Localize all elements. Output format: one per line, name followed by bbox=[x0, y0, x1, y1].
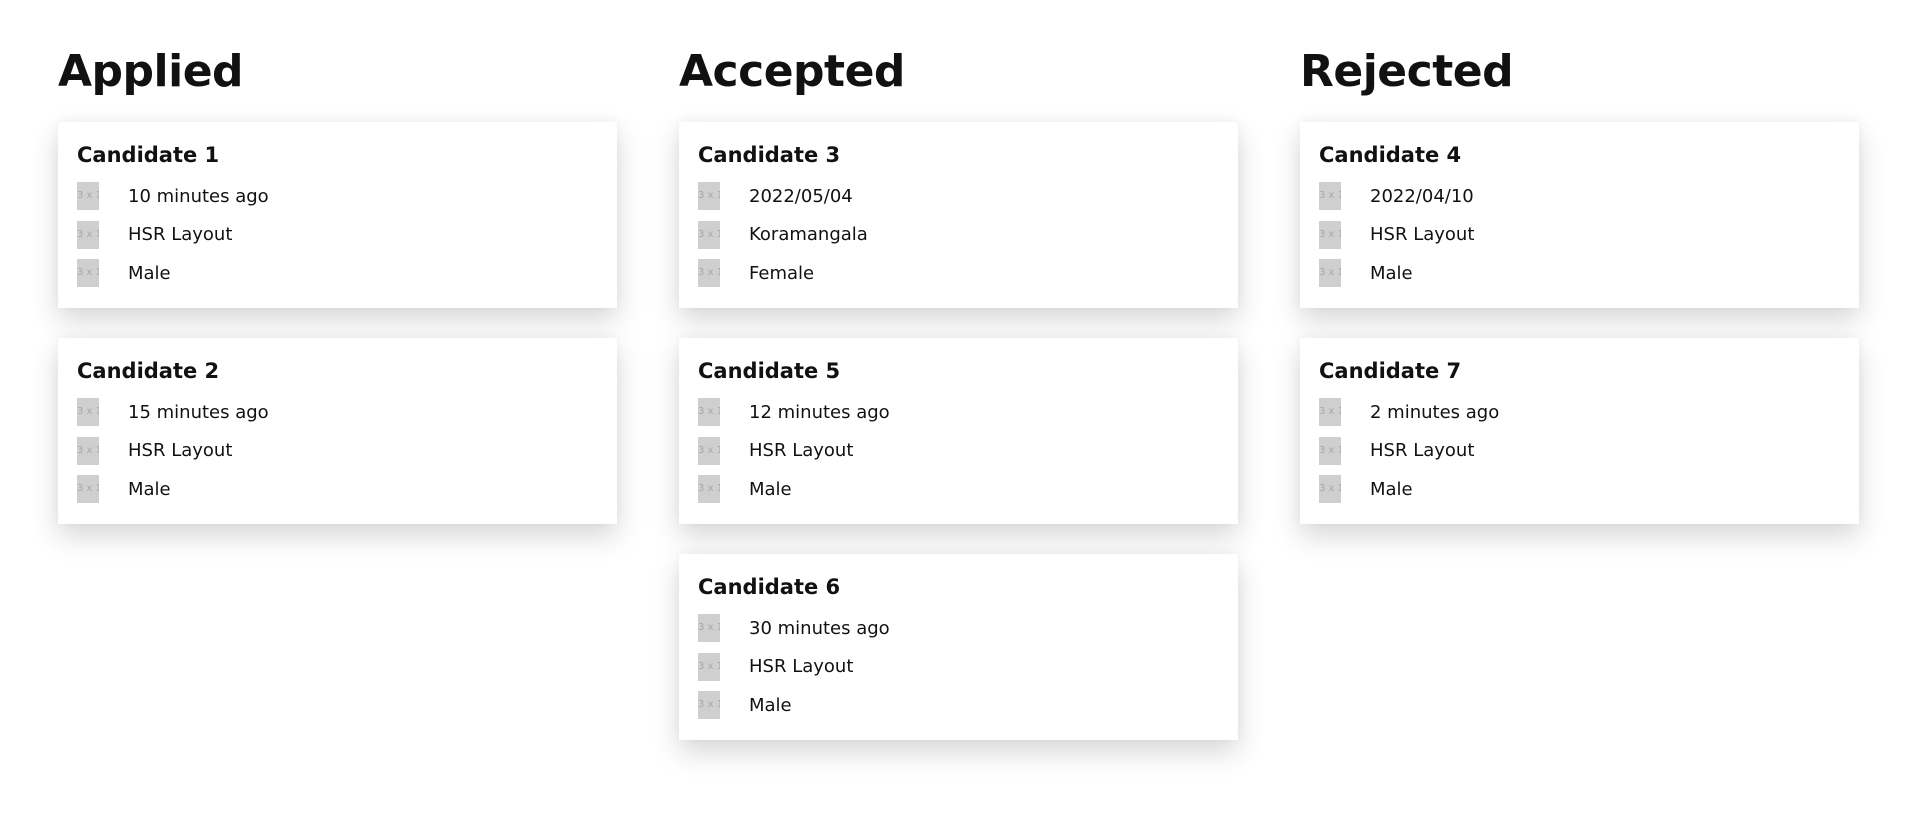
time-row: 3 x 1 2 minutes ago bbox=[1319, 393, 1840, 432]
location-row: 3 x 1 HSR Layout bbox=[77, 216, 598, 255]
time-row: 3 x 1 2022/05/04 bbox=[698, 177, 1219, 216]
candidate-card[interactable]: Candidate 4 3 x 1 2022/04/10 3 x 1 HSR L… bbox=[1300, 122, 1859, 308]
placeholder-image-icon: 3 x 1 bbox=[698, 614, 720, 643]
time-text: 2 minutes ago bbox=[1370, 401, 1500, 423]
time-text: 10 minutes ago bbox=[128, 185, 269, 207]
candidate-name: Candidate 1 bbox=[77, 143, 220, 167]
placeholder-image-icon: 3 x 1 bbox=[1319, 182, 1341, 211]
candidate-card[interactable]: Candidate 7 3 x 1 2 minutes ago 3 x 1 HS… bbox=[1300, 338, 1859, 524]
candidate-card[interactable]: Candidate 6 3 x 1 30 minutes ago 3 x 1 H… bbox=[679, 554, 1238, 740]
placeholder-image-icon: 3 x 1 bbox=[1319, 259, 1341, 288]
location-text: HSR Layout bbox=[128, 224, 233, 246]
location-text: HSR Layout bbox=[749, 656, 854, 678]
placeholder-image-icon: 3 x 1 bbox=[77, 436, 99, 465]
location-row: 3 x 1 HSR Layout bbox=[698, 648, 1219, 687]
gender-text: Male bbox=[1370, 478, 1413, 500]
time-text: 15 minutes ago bbox=[128, 401, 269, 423]
candidate-card[interactable]: Candidate 1 3 x 1 10 minutes ago 3 x 1 H… bbox=[58, 122, 617, 308]
time-row: 3 x 1 10 minutes ago bbox=[77, 177, 598, 216]
candidate-card[interactable]: Candidate 5 3 x 1 12 minutes ago 3 x 1 H… bbox=[679, 338, 1238, 524]
location-text: HSR Layout bbox=[128, 440, 233, 462]
column-title: Applied bbox=[58, 46, 244, 97]
placeholder-image-icon: 3 x 1 bbox=[698, 691, 720, 720]
column-title: Accepted bbox=[679, 46, 905, 97]
column-accepted: Accepted Candidate 3 3 x 1 2022/05/04 3 … bbox=[679, 0, 1238, 770]
time-text: 30 minutes ago bbox=[749, 617, 890, 639]
gender-row: 3 x 1 Male bbox=[77, 470, 598, 509]
gender-text: Male bbox=[749, 694, 792, 716]
placeholder-image-icon: 3 x 1 bbox=[698, 182, 720, 211]
placeholder-image-icon: 3 x 1 bbox=[77, 475, 99, 504]
gender-row: 3 x 1 Male bbox=[698, 686, 1219, 725]
candidate-name: Candidate 5 bbox=[698, 359, 841, 383]
column-applied: Applied Candidate 1 3 x 1 10 minutes ago… bbox=[58, 0, 617, 770]
placeholder-image-icon: 3 x 1 bbox=[698, 220, 720, 249]
gender-text: Male bbox=[749, 478, 792, 500]
location-row: 3 x 1 HSR Layout bbox=[698, 432, 1219, 471]
candidate-name: Candidate 7 bbox=[1319, 359, 1462, 383]
candidate-card[interactable]: Candidate 2 3 x 1 15 minutes ago 3 x 1 H… bbox=[58, 338, 617, 524]
kanban-board: Applied Candidate 1 3 x 1 10 minutes ago… bbox=[58, 0, 1859, 770]
placeholder-image-icon: 3 x 1 bbox=[1319, 475, 1341, 504]
gender-text: Male bbox=[128, 478, 171, 500]
location-text: HSR Layout bbox=[1370, 440, 1475, 462]
placeholder-image-icon: 3 x 1 bbox=[698, 259, 720, 288]
placeholder-image-icon: 3 x 1 bbox=[1319, 398, 1341, 427]
placeholder-image-icon: 3 x 1 bbox=[77, 220, 99, 249]
gender-text: Male bbox=[128, 262, 171, 284]
time-text: 12 minutes ago bbox=[749, 401, 890, 423]
gender-row: 3 x 1 Male bbox=[1319, 470, 1840, 509]
time-row: 3 x 1 15 minutes ago bbox=[77, 393, 598, 432]
gender-text: Male bbox=[1370, 262, 1413, 284]
placeholder-image-icon: 3 x 1 bbox=[77, 259, 99, 288]
location-row: 3 x 1 HSR Layout bbox=[1319, 432, 1840, 471]
time-text: 2022/04/10 bbox=[1370, 185, 1474, 207]
column-rejected: Rejected Candidate 4 3 x 1 2022/04/10 3 … bbox=[1300, 0, 1859, 770]
placeholder-image-icon: 3 x 1 bbox=[1319, 436, 1341, 465]
gender-row: 3 x 1 Male bbox=[77, 254, 598, 293]
candidate-name: Candidate 2 bbox=[77, 359, 220, 383]
location-text: Koramangala bbox=[749, 224, 868, 246]
location-row: 3 x 1 HSR Layout bbox=[1319, 216, 1840, 255]
placeholder-image-icon: 3 x 1 bbox=[77, 398, 99, 427]
gender-row: 3 x 1 Male bbox=[698, 470, 1219, 509]
column-title: Rejected bbox=[1300, 46, 1514, 97]
placeholder-image-icon: 3 x 1 bbox=[698, 652, 720, 681]
location-row: 3 x 1 Koramangala bbox=[698, 216, 1219, 255]
candidate-name: Candidate 4 bbox=[1319, 143, 1462, 167]
time-text: 2022/05/04 bbox=[749, 185, 853, 207]
time-row: 3 x 1 30 minutes ago bbox=[698, 609, 1219, 648]
placeholder-image-icon: 3 x 1 bbox=[698, 475, 720, 504]
candidate-name: Candidate 6 bbox=[698, 575, 841, 599]
placeholder-image-icon: 3 x 1 bbox=[77, 182, 99, 211]
gender-row: 3 x 1 Male bbox=[1319, 254, 1840, 293]
time-row: 3 x 1 12 minutes ago bbox=[698, 393, 1219, 432]
placeholder-image-icon: 3 x 1 bbox=[1319, 220, 1341, 249]
placeholder-image-icon: 3 x 1 bbox=[698, 436, 720, 465]
candidate-card[interactable]: Candidate 3 3 x 1 2022/05/04 3 x 1 Koram… bbox=[679, 122, 1238, 308]
gender-row: 3 x 1 Female bbox=[698, 254, 1219, 293]
candidate-name: Candidate 3 bbox=[698, 143, 841, 167]
time-row: 3 x 1 2022/04/10 bbox=[1319, 177, 1840, 216]
location-text: HSR Layout bbox=[749, 440, 854, 462]
gender-text: Female bbox=[749, 262, 815, 284]
location-text: HSR Layout bbox=[1370, 224, 1475, 246]
placeholder-image-icon: 3 x 1 bbox=[698, 398, 720, 427]
location-row: 3 x 1 HSR Layout bbox=[77, 432, 598, 471]
